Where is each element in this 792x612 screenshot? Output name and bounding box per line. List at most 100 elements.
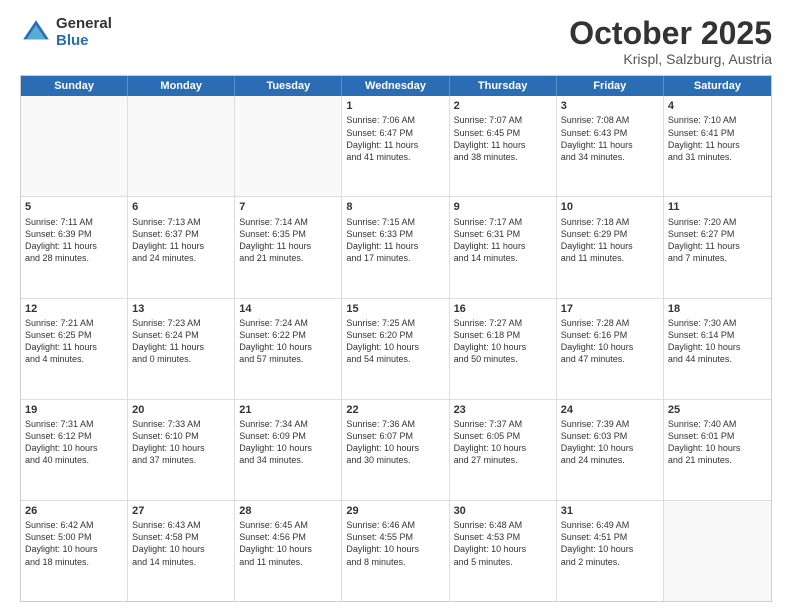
- cal-cell: 7 Sunrise: 7:14 AM Sunset: 6:35 PM Daylig…: [235, 197, 342, 297]
- cell-info: Sunrise: 7:21 AM Sunset: 6:25 PM Dayligh…: [25, 317, 123, 366]
- cal-cell: 2Sunrise: 7:07 AM Sunset: 6:45 PM Daylig…: [450, 96, 557, 196]
- cell-info: Sunrise: 7:07 AM Sunset: 6:45 PM Dayligh…: [454, 114, 552, 163]
- cell-info: Sunrise: 7:39 AM Sunset: 6:03 PM Dayligh…: [561, 418, 659, 467]
- day-number: 17: [561, 302, 659, 316]
- cell-info: Sunrise: 7:25 AM Sunset: 6:20 PM Dayligh…: [346, 317, 444, 366]
- cell-info: Sunrise: 7:31 AM Sunset: 6:12 PM Dayligh…: [25, 418, 123, 467]
- day-number: 3: [561, 99, 659, 113]
- cal-cell: 13Sunrise: 7:23 AM Sunset: 6:24 PM Dayli…: [128, 299, 235, 399]
- cal-cell: 21Sunrise: 7:34 AM Sunset: 6:09 PM Dayli…: [235, 400, 342, 500]
- cell-info: Sunrise: 7:17 AM Sunset: 6:31 PM Dayligh…: [454, 216, 552, 265]
- cell-info: Sunrise: 6:45 AM Sunset: 4:56 PM Dayligh…: [239, 519, 337, 568]
- cal-cell: 31Sunrise: 6:49 AM Sunset: 4:51 PM Dayli…: [557, 501, 664, 601]
- page: General Blue October 2025 Krispl, Salzbu…: [0, 0, 792, 612]
- week-row-4: 19Sunrise: 7:31 AM Sunset: 6:12 PM Dayli…: [21, 400, 771, 501]
- day-number: 26: [25, 504, 123, 518]
- day-number: 25: [668, 403, 767, 417]
- cal-cell: 14Sunrise: 7:24 AM Sunset: 6:22 PM Dayli…: [235, 299, 342, 399]
- cell-info: Sunrise: 7:30 AM Sunset: 6:14 PM Dayligh…: [668, 317, 767, 366]
- week-row-5: 26Sunrise: 6:42 AM Sunset: 5:00 PM Dayli…: [21, 501, 771, 601]
- cell-info: Sunrise: 7:06 AM Sunset: 6:47 PM Dayligh…: [346, 114, 444, 163]
- cell-info: Sunrise: 7:10 AM Sunset: 6:41 PM Dayligh…: [668, 114, 767, 163]
- cal-cell: 5 Sunrise: 7:11 AM Sunset: 6:39 PM Daylig…: [21, 197, 128, 297]
- cal-cell: 27Sunrise: 6:43 AM Sunset: 4:58 PM Dayli…: [128, 501, 235, 601]
- week-row-2: 5 Sunrise: 7:11 AM Sunset: 6:39 PM Daylig…: [21, 197, 771, 298]
- cal-cell: 3Sunrise: 7:08 AM Sunset: 6:43 PM Daylig…: [557, 96, 664, 196]
- cal-cell: 28Sunrise: 6:45 AM Sunset: 4:56 PM Dayli…: [235, 501, 342, 601]
- title-block: October 2025 Krispl, Salzburg, Austria: [569, 16, 772, 67]
- cell-info: Sunrise: 6:46 AM Sunset: 4:55 PM Dayligh…: [346, 519, 444, 568]
- cell-info: Sunrise: 7:11 AM Sunset: 6:39 PM Dayligh…: [25, 216, 123, 265]
- day-number: 20: [132, 403, 230, 417]
- day-number: 13: [132, 302, 230, 316]
- cell-info: Sunrise: 7:20 AM Sunset: 6:27 PM Dayligh…: [668, 216, 767, 265]
- cell-info: Sunrise: 7:40 AM Sunset: 6:01 PM Dayligh…: [668, 418, 767, 467]
- logo: General Blue: [20, 16, 112, 49]
- cal-cell: 29Sunrise: 6:46 AM Sunset: 4:55 PM Dayli…: [342, 501, 449, 601]
- day-number: 14: [239, 302, 337, 316]
- cell-info: Sunrise: 7:18 AM Sunset: 6:29 PM Dayligh…: [561, 216, 659, 265]
- day-number: 16: [454, 302, 552, 316]
- cal-cell: [128, 96, 235, 196]
- cal-cell: 16Sunrise: 7:27 AM Sunset: 6:18 PM Dayli…: [450, 299, 557, 399]
- day-number: 30: [454, 504, 552, 518]
- cell-info: Sunrise: 7:33 AM Sunset: 6:10 PM Dayligh…: [132, 418, 230, 467]
- cell-info: Sunrise: 6:42 AM Sunset: 5:00 PM Dayligh…: [25, 519, 123, 568]
- week-row-3: 12Sunrise: 7:21 AM Sunset: 6:25 PM Dayli…: [21, 299, 771, 400]
- calendar: SundayMondayTuesdayWednesdayThursdayFrid…: [20, 75, 772, 602]
- day-number: 10: [561, 200, 659, 214]
- cal-cell: 10 Sunrise: 7:18 AM Sunset: 6:29 PM Dayli…: [557, 197, 664, 297]
- cal-cell: 20Sunrise: 7:33 AM Sunset: 6:10 PM Dayli…: [128, 400, 235, 500]
- cal-cell: 30Sunrise: 6:48 AM Sunset: 4:53 PM Dayli…: [450, 501, 557, 601]
- cal-cell: 8Sunrise: 7:15 AM Sunset: 6:33 PM Daylig…: [342, 197, 449, 297]
- day-number: 24: [561, 403, 659, 417]
- day-number: 9: [454, 200, 552, 214]
- cell-info: Sunrise: 7:34 AM Sunset: 6:09 PM Dayligh…: [239, 418, 337, 467]
- day-header-thursday: Thursday: [450, 76, 557, 96]
- day-number: 1: [346, 99, 444, 113]
- cell-info: Sunrise: 6:48 AM Sunset: 4:53 PM Dayligh…: [454, 519, 552, 568]
- cal-cell: 22Sunrise: 7:36 AM Sunset: 6:07 PM Dayli…: [342, 400, 449, 500]
- day-header-tuesday: Tuesday: [235, 76, 342, 96]
- calendar-header: SundayMondayTuesdayWednesdayThursdayFrid…: [21, 76, 771, 96]
- day-header-friday: Friday: [557, 76, 664, 96]
- cal-cell: 6Sunrise: 7:13 AM Sunset: 6:37 PM Daylig…: [128, 197, 235, 297]
- cell-info: Sunrise: 7:14 AM Sunset: 6:35 PM Dayligh…: [239, 216, 337, 265]
- cell-info: Sunrise: 7:37 AM Sunset: 6:05 PM Dayligh…: [454, 418, 552, 467]
- cal-cell: 9 Sunrise: 7:17 AM Sunset: 6:31 PM Daylig…: [450, 197, 557, 297]
- cell-info: Sunrise: 7:15 AM Sunset: 6:33 PM Dayligh…: [346, 216, 444, 265]
- day-header-sunday: Sunday: [21, 76, 128, 96]
- location: Krispl, Salzburg, Austria: [569, 51, 772, 67]
- cal-cell: 24Sunrise: 7:39 AM Sunset: 6:03 PM Dayli…: [557, 400, 664, 500]
- cell-info: Sunrise: 7:23 AM Sunset: 6:24 PM Dayligh…: [132, 317, 230, 366]
- day-number: 21: [239, 403, 337, 417]
- cell-info: Sunrise: 7:24 AM Sunset: 6:22 PM Dayligh…: [239, 317, 337, 366]
- day-number: 23: [454, 403, 552, 417]
- cal-cell: 26Sunrise: 6:42 AM Sunset: 5:00 PM Dayli…: [21, 501, 128, 601]
- day-header-monday: Monday: [128, 76, 235, 96]
- cal-cell: [21, 96, 128, 196]
- week-row-1: 1Sunrise: 7:06 AM Sunset: 6:47 PM Daylig…: [21, 96, 771, 197]
- cal-cell: 1Sunrise: 7:06 AM Sunset: 6:47 PM Daylig…: [342, 96, 449, 196]
- cal-cell: 12Sunrise: 7:21 AM Sunset: 6:25 PM Dayli…: [21, 299, 128, 399]
- cal-cell: 19Sunrise: 7:31 AM Sunset: 6:12 PM Dayli…: [21, 400, 128, 500]
- cell-info: Sunrise: 6:43 AM Sunset: 4:58 PM Dayligh…: [132, 519, 230, 568]
- day-number: 2: [454, 99, 552, 113]
- day-number: 7: [239, 200, 337, 214]
- cal-cell: 4Sunrise: 7:10 AM Sunset: 6:41 PM Daylig…: [664, 96, 771, 196]
- day-number: 11: [668, 200, 767, 214]
- day-number: 22: [346, 403, 444, 417]
- day-header-saturday: Saturday: [664, 76, 771, 96]
- cell-info: Sunrise: 7:08 AM Sunset: 6:43 PM Dayligh…: [561, 114, 659, 163]
- logo-general: General: [56, 16, 112, 33]
- cal-cell: [235, 96, 342, 196]
- day-number: 6: [132, 200, 230, 214]
- day-number: 12: [25, 302, 123, 316]
- day-number: 19: [25, 403, 123, 417]
- day-number: 15: [346, 302, 444, 316]
- cell-info: Sunrise: 7:36 AM Sunset: 6:07 PM Dayligh…: [346, 418, 444, 467]
- cal-cell: 15Sunrise: 7:25 AM Sunset: 6:20 PM Dayli…: [342, 299, 449, 399]
- day-number: 5: [25, 200, 123, 214]
- cell-info: Sunrise: 6:49 AM Sunset: 4:51 PM Dayligh…: [561, 519, 659, 568]
- cal-cell: 25Sunrise: 7:40 AM Sunset: 6:01 PM Dayli…: [664, 400, 771, 500]
